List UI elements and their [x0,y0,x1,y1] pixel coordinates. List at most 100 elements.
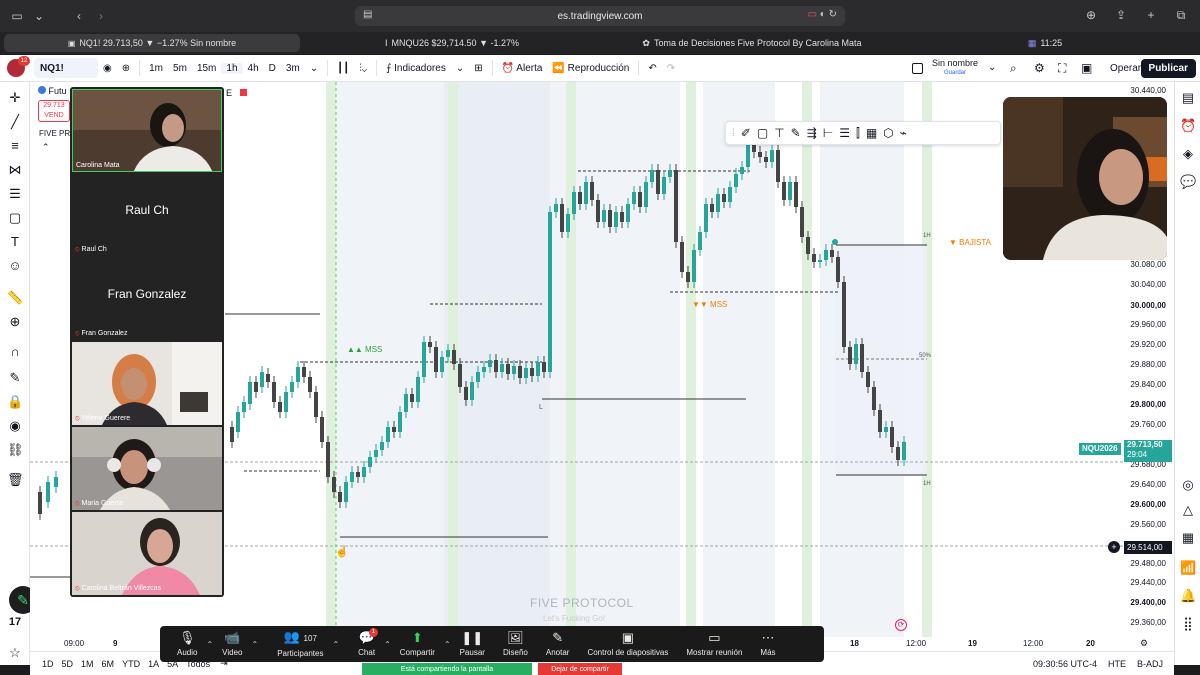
indicators-button[interactable]: ⨍ Indicadores [381,63,451,74]
replay-marker-icon[interactable]: ⟳ [895,619,907,631]
replay-button[interactable]: ⏪ Reproducción [547,63,634,74]
reload-icon[interactable]: ▭ ◐ ↻ [808,9,837,20]
trash-icon[interactable]: 🗑 [7,472,24,488]
crosshair-icon[interactable]: ✛ [7,90,23,106]
range-ytd[interactable]: YTD [122,659,140,669]
target-icon[interactable]: ◎ [1180,477,1196,493]
pause-button[interactable]: ❚❚ Pausar [451,631,494,658]
link-icon[interactable]: ⛓ [7,442,24,458]
candles-icon[interactable]: ┃┃ [332,63,354,74]
clock-readout[interactable]: 09:30:56 UTC-4 [1033,659,1097,669]
participants-button[interactable]: 👥 107 Participantes [268,630,332,659]
participant-tile[interactable]: Carolina Mata [72,89,222,172]
chevron-up-icon[interactable]: ⌃ [206,640,213,649]
horizontal-ray-icon[interactable]: ⊢ [823,126,833,140]
alert-button[interactable]: ⏰ Alerta [497,63,548,74]
interval-4h[interactable]: 4h [243,63,264,74]
range-1a[interactable]: 1A [148,659,159,669]
templates-icon[interactable]: ⊞ [469,63,487,74]
lock-icon[interactable]: 🔒 [7,394,23,410]
tab-mnqu26[interactable]: I MNQU26 $29,714.50 ▼ -1.27% [304,34,600,52]
vertical-lines-icon[interactable]: ⫿ [856,126,860,141]
eye-icon[interactable]: ◉ [98,63,117,74]
redo-icon[interactable]: ↷ [662,63,680,74]
chevron-down-icon[interactable]: ⌄ [988,62,996,73]
slide-control-button[interactable]: ▣ Control de diapositivas [578,631,677,658]
tab-tradingview[interactable]: ▣ NQ1! 29.713,50 ▼ −1.27% Sin nombre [4,34,300,52]
participant-tile[interactable]: Raul Ch ⦸ Raul Ch [72,173,222,256]
chevron-up-icon[interactable]: ⌃ [384,640,391,649]
watchlist-icon[interactable]: ▤ [1180,90,1196,106]
adjust-button[interactable]: B-ADJ [1137,659,1163,669]
participant-tile[interactable]: Fran Gonzalez ⦸ Fran Gonzalez [72,257,222,340]
pattern-icon[interactable]: ⋈ [7,162,23,178]
symbol-search[interactable]: NQ1! [34,58,98,78]
calendar-icon[interactable]: ▦ [1180,530,1196,546]
share-icon[interactable]: ⇪ [1110,8,1132,23]
text-icon[interactable]: T [7,234,23,250]
chevron-down-icon[interactable]: ⌄ [28,9,50,23]
stop-share-button[interactable]: Dejar de compartir [538,663,622,675]
chevron-down-icon[interactable]: ⌄ [451,63,469,74]
sidebar-toggle-icon[interactable]: ▭ [6,9,28,23]
pencil-lock-icon[interactable]: ✎ [7,370,23,386]
search-icon[interactable]: ⌕ [1010,61,1017,76]
sell-button[interactable]: 29.713 VEND [38,100,70,122]
interval-15m[interactable]: 15m [192,63,221,74]
range-1d[interactable]: 1D [42,659,54,669]
audio-button[interactable]: 🎙 Audio [168,631,206,658]
ruler-icon[interactable]: 📏 [7,290,23,306]
triangle-up-icon[interactable]: △ [1180,502,1196,518]
more-button[interactable]: ⋯ Más [751,631,784,658]
lines-icon[interactable]: ☰ [839,126,850,140]
chat-button[interactable]: 💬 1 Chat [349,628,384,657]
participant-tile[interactable]: ⦸ Yelena Guerere [72,342,222,425]
chat-icon[interactable]: 💬 [1180,174,1196,190]
horizontal-lines-icon[interactable]: ≡ [7,138,23,154]
interval-5m[interactable]: 5m [168,63,192,74]
participant-tile[interactable]: ⦸ Maria Guerra [72,427,222,510]
shape-icon[interactable]: ⬡ [883,126,893,140]
range-1m[interactable]: 1M [81,659,94,669]
chevron-down-icon[interactable]: ⌄ [305,63,323,74]
signal-icon[interactable]: 📶 [1180,560,1196,576]
download-icon[interactable]: ⊕ [1080,8,1102,23]
layers-icon[interactable]: ◈ [1180,146,1196,162]
highlighter-icon[interactable]: ✎ [791,126,801,140]
presenter-webcam[interactable] [1003,97,1167,260]
position-icon[interactable]: ⊤ [774,126,784,140]
camera-icon[interactable]: ▣ [1081,61,1092,75]
crosshair-add-icon[interactable]: + [1108,541,1120,553]
chevron-up-icon[interactable]: ⌃ [252,640,259,649]
collapse-legend-icon[interactable]: ⌃ [42,142,50,153]
layout-name-button[interactable]: Sin nombre Guardar [932,58,978,78]
emoji-icon[interactable]: ☺ [7,258,23,274]
back-icon[interactable]: ‹ [68,9,90,23]
star-icon[interactable]: ☆ [7,645,23,661]
magnet-icon[interactable]: ∩ [7,344,23,360]
compare-add-icon[interactable]: ⊕ [117,63,135,74]
range-6m[interactable]: 6M [102,659,115,669]
eye-icon[interactable]: ◉ [7,418,23,434]
annotate-button[interactable]: ✎ Anotar [537,631,579,658]
share-button[interactable]: ⬆ Compartir [391,631,444,658]
range-5d[interactable]: 5D [62,659,74,669]
interval-1m[interactable]: 1m [144,63,168,74]
design-button[interactable]: 🖼 Diseño [494,631,537,658]
fullscreen-icon[interactable]: ⛶ [1058,61,1066,76]
session-button[interactable]: HTE [1108,659,1126,669]
fib-icon[interactable]: ☰ [7,186,23,202]
apps-grid-icon[interactable]: ⣿ [1180,616,1196,632]
brush-icon[interactable]: ✐ [741,126,751,140]
grid-icon[interactable]: ▦ [866,126,877,140]
address-bar[interactable]: ▤ es.tradingview.com ▭ ◐ ↻ [355,6,845,26]
interval-1h[interactable]: 1h [221,62,243,74]
drag-handle-icon[interactable]: ⁞ [732,128,735,139]
interval-3m[interactable]: 3m [281,63,305,74]
alarm-clock-icon[interactable]: ⏰ [1180,118,1196,134]
tab-five-protocol[interactable]: ✿ Toma de Decisiones Five Protocol By Ca… [604,34,900,52]
chart-type-icon[interactable]: ⫶⌄ [354,63,372,74]
video-button[interactable]: 📹 Video [213,631,251,658]
paint-icon[interactable]: ⌁ [900,126,907,140]
new-tab-icon[interactable]: + [1140,8,1162,23]
